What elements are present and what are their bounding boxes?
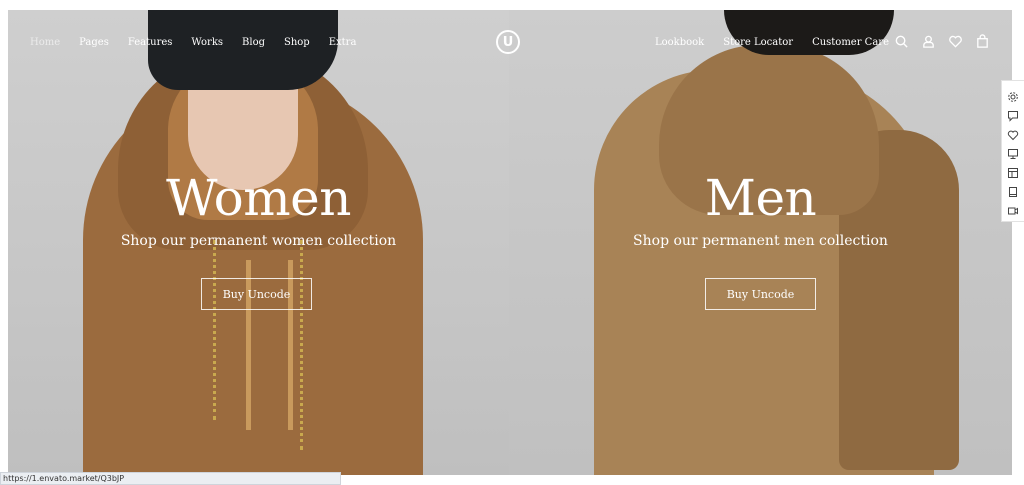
nav-menu-right: Lookbook Store Locator Customer Care xyxy=(655,37,889,48)
nav-menu-left: Home Pages Features Works Blog Shop Extr… xyxy=(30,37,356,48)
women-subtitle: Shop our permanent women collection xyxy=(120,233,397,249)
men-panel[interactable]: Men Shop our permanent men collection Bu… xyxy=(509,10,1012,475)
nav-item-works[interactable]: Works xyxy=(191,37,223,48)
book-icon[interactable] xyxy=(1007,183,1019,197)
user-icon[interactable] xyxy=(921,34,936,49)
nav-item-pages[interactable]: Pages xyxy=(79,37,109,48)
nav-icons xyxy=(894,34,990,49)
men-subtitle: Shop our permanent men collection xyxy=(633,233,888,249)
nav-item-home[interactable]: Home xyxy=(30,37,60,48)
gear-icon[interactable] xyxy=(1007,88,1019,102)
hero-section: Women Shop our permanent women collectio… xyxy=(8,10,1012,475)
status-bar-url: https://1.envato.market/Q3bJP xyxy=(0,472,341,485)
nav-item-blog[interactable]: Blog xyxy=(242,37,265,48)
women-panel[interactable]: Women Shop our permanent women collectio… xyxy=(8,10,509,475)
monitor-icon[interactable] xyxy=(1007,145,1019,159)
bag-icon[interactable] xyxy=(975,34,990,49)
search-icon[interactable] xyxy=(894,34,909,49)
women-buy-button[interactable]: Buy Uncode xyxy=(201,278,312,310)
necklace-chain xyxy=(300,240,309,450)
video-icon[interactable] xyxy=(1007,202,1019,215)
nav-item-customer-care[interactable]: Customer Care xyxy=(812,37,889,48)
comment-icon[interactable] xyxy=(1007,107,1019,122)
heart-icon[interactable] xyxy=(948,34,963,49)
necklace-chain xyxy=(213,240,222,420)
nav-item-lookbook[interactable]: Lookbook xyxy=(655,37,704,48)
main-navigation: Home Pages Features Works Blog Shop Extr… xyxy=(8,10,1012,76)
men-buy-button[interactable]: Buy Uncode xyxy=(705,278,816,310)
nav-item-extra[interactable]: Extra xyxy=(329,37,357,48)
nav-item-features[interactable]: Features xyxy=(128,37,173,48)
layout-icon[interactable] xyxy=(1007,164,1019,178)
men-headline: Men xyxy=(704,169,817,227)
nav-item-store-locator[interactable]: Store Locator xyxy=(723,37,793,48)
side-toolbar xyxy=(1001,80,1024,222)
nav-item-shop[interactable]: Shop xyxy=(284,37,310,48)
women-headline: Women xyxy=(166,169,351,227)
heart-icon[interactable] xyxy=(1007,126,1019,141)
site-logo[interactable]: U xyxy=(496,30,520,54)
